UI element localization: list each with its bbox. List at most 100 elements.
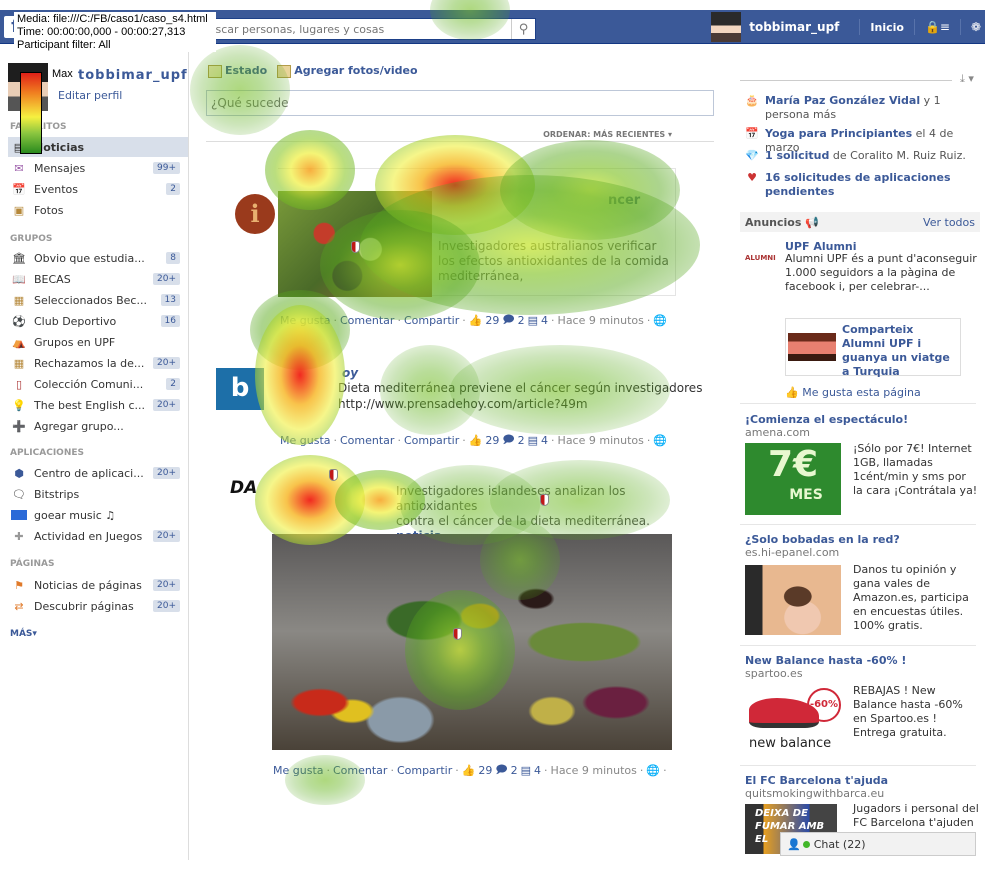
- ad-link-card[interactable]: Comparteix Alumni UPF i guanya un viatge…: [785, 318, 961, 379]
- comments-count[interactable]: 2: [518, 314, 525, 327]
- ad-title[interactable]: New Balance hasta -60% !: [745, 654, 977, 667]
- count-badge: 16: [160, 315, 180, 327]
- link-title[interactable]: ncer: [608, 193, 640, 208]
- shares-count[interactable]: 4: [534, 764, 541, 777]
- sidebar-item-goear[interactable]: goear music ♫: [10, 505, 180, 525]
- ad-body: Alumni UPF és a punt d'aconseguir 1.000 …: [785, 252, 977, 293]
- post-actions: Me gusta · Comentar · Compartir · 👍 29 🗩 2…: [273, 761, 667, 780]
- comment-link[interactable]: Comentar: [340, 314, 394, 327]
- timestamp[interactable]: Hace 9 minutos: [558, 434, 644, 447]
- ad-title[interactable]: ¿Solo bobadas en la red?: [745, 533, 977, 546]
- gear-icon[interactable]: ❁: [967, 20, 985, 34]
- shares-count[interactable]: 4: [541, 434, 548, 447]
- likes-count[interactable]: 29: [485, 434, 499, 447]
- like-link[interactable]: Me gusta: [280, 314, 331, 327]
- like-link[interactable]: Me gusta: [280, 434, 331, 447]
- comment-link[interactable]: Comentar: [333, 764, 387, 777]
- ad-image[interactable]: 7€ MES: [745, 443, 841, 515]
- ad-title[interactable]: ¡Comienza el espectáculo!: [745, 413, 977, 426]
- share-link[interactable]: Compartir: [404, 314, 459, 327]
- sidebar-item-group[interactable]: 🏛 Obvio que estudia... 8: [10, 248, 180, 268]
- sidebar-item-pages-feed[interactable]: ⚑ Noticias de páginas 20+: [10, 575, 180, 595]
- birthday-reminder[interactable]: 🎂 María Paz González Vidal y 1 persona m…: [744, 94, 980, 122]
- profile-name[interactable]: tobbimar_upf: [78, 68, 188, 83]
- click-marker: [329, 469, 338, 481]
- request-reminder[interactable]: 💎 1 solicitud de Coralito M. Ruiz Ruiz.: [744, 149, 980, 163]
- avatar[interactable]: [711, 12, 742, 42]
- sponsored-page-ad: ALUMNI UPF Alumni Alumni UPF és a punt d…: [745, 240, 977, 400]
- status-input[interactable]: [206, 90, 714, 116]
- book-icon: 📖: [12, 272, 26, 286]
- sidebar-item-messages[interactable]: ✉ Mensajes 99+: [10, 158, 180, 178]
- post-actions: Me gusta · Comentar · Compartir · 👍 29 🗩 2…: [280, 311, 667, 330]
- games-icon: ✚: [14, 529, 24, 543]
- tab-status[interactable]: Estado: [208, 64, 267, 78]
- speech-bubble-icon: 🗨: [12, 487, 26, 501]
- app-requests-reminder[interactable]: ♥ 16 solicitudes de aplicaciones pendien…: [744, 171, 980, 199]
- sidebar-item-group[interactable]: 💡 The best English c... 20+: [10, 395, 180, 415]
- search-button[interactable]: ⚲: [511, 19, 535, 39]
- ad-title[interactable]: El FC Barcelona t'ajuda: [745, 774, 977, 787]
- sort-dropdown[interactable]: ORDENAR: MÁS RECIENTES ▾: [539, 130, 676, 139]
- flag-icon: ⚑: [14, 578, 24, 592]
- ad: New Balance hasta -60% ! spartoo.es -60%…: [745, 654, 977, 764]
- photos-icon: [277, 64, 292, 78]
- sidebar-item-group[interactable]: 📖 BECAS 20+: [10, 269, 180, 289]
- click-marker: [453, 628, 462, 640]
- mediterranean-food-photo[interactable]: [272, 534, 672, 750]
- page-brand-logo[interactable]: DA: [230, 478, 257, 498]
- see-all-ads-link[interactable]: Ver todos: [923, 216, 975, 229]
- search-input[interactable]: [197, 19, 511, 39]
- sidebar-item-group[interactable]: ▯ Colección Comuni... 2: [10, 374, 180, 394]
- soccer-ball-icon: ⚽: [12, 314, 26, 328]
- likes-count[interactable]: 29: [478, 764, 492, 777]
- divider: [740, 765, 976, 766]
- comment-link[interactable]: Comentar: [340, 434, 394, 447]
- page-name[interactable]: oy: [342, 366, 358, 380]
- sidebar-item-photos[interactable]: ▣ Fotos: [10, 200, 180, 220]
- chat-bar[interactable]: 👤 Chat (22): [780, 832, 976, 856]
- sidebar-item-discover-pages[interactable]: ⇄ Descubrir páginas 20+: [10, 596, 180, 616]
- sidebar-item-group[interactable]: ▦ Seleccionados Bec... 13: [10, 290, 180, 310]
- sidebar-item-group[interactable]: ▦ Rechazamos la de... 20+: [10, 353, 180, 373]
- click-marker: [540, 494, 549, 506]
- comments-count[interactable]: 2: [511, 764, 518, 777]
- shares-count[interactable]: 4: [541, 314, 548, 327]
- nav-divider: [913, 19, 915, 35]
- page-avatar[interactable]: b: [216, 368, 264, 410]
- tab-add-photos[interactable]: Agregar fotos/video: [277, 64, 418, 78]
- download-icon[interactable]: ⤓ ▾: [960, 72, 974, 86]
- chat-label: Chat (22): [813, 837, 866, 851]
- like-link[interactable]: Me gusta: [273, 764, 324, 777]
- home-link[interactable]: Inicio: [866, 21, 908, 34]
- share-link[interactable]: Compartir: [397, 764, 452, 777]
- timestamp[interactable]: Hace 9 minutos: [551, 764, 637, 777]
- info-page-avatar[interactable]: i: [235, 194, 275, 234]
- alumni-logo[interactable]: ALUMNI: [745, 254, 776, 262]
- sidebar-item-games[interactable]: ✚ Actividad en Juegos 20+: [10, 526, 180, 546]
- share-link[interactable]: Compartir: [404, 434, 459, 447]
- like-page-link[interactable]: 👍 Me gusta esta página: [785, 386, 921, 399]
- post-url[interactable]: http://www.prensadehoy.com/article?49m: [338, 396, 708, 412]
- ad-image[interactable]: [745, 565, 841, 635]
- more-link[interactable]: MÁS▾: [10, 629, 37, 639]
- ad-image[interactable]: -60% new balance: [745, 684, 841, 758]
- sidebar-item-app-center[interactable]: ⬢ Centro de aplicaci... 20+: [10, 463, 180, 483]
- sidebar-item-group[interactable]: ⚽ Club Deportivo 16: [10, 311, 180, 331]
- edit-profile-link[interactable]: Editar perfil: [58, 89, 122, 102]
- heatmap-blob: [255, 455, 365, 545]
- link-description: Investigadores australianos verificar lo…: [438, 239, 669, 283]
- sidebar-item-bitstrips[interactable]: 🗨 Bitstrips: [10, 484, 180, 504]
- timestamp[interactable]: Hace 9 minutos: [558, 314, 644, 327]
- privacy-shortcuts-icon[interactable]: 🔒≡: [921, 20, 954, 34]
- count-badge: 13: [160, 294, 180, 306]
- sidebar-item-group[interactable]: ⛺ Grupos en UPF: [10, 332, 180, 352]
- sidebar-item-add-group[interactable]: ➕ Agregar grupo...: [10, 416, 180, 436]
- ad-card-title[interactable]: Comparteix Alumni UPF i guanya un viatge…: [842, 323, 960, 379]
- sidebar-item-events[interactable]: 📅 Eventos 2: [10, 179, 180, 199]
- comments-count[interactable]: 2: [518, 434, 525, 447]
- likes-count[interactable]: 29: [485, 314, 499, 327]
- messages-icon: ✉: [14, 161, 24, 175]
- link-preview-card[interactable]: ncer Investigadores australianos verific…: [278, 168, 676, 297]
- profile-link[interactable]: tobbimar_upf: [749, 20, 839, 34]
